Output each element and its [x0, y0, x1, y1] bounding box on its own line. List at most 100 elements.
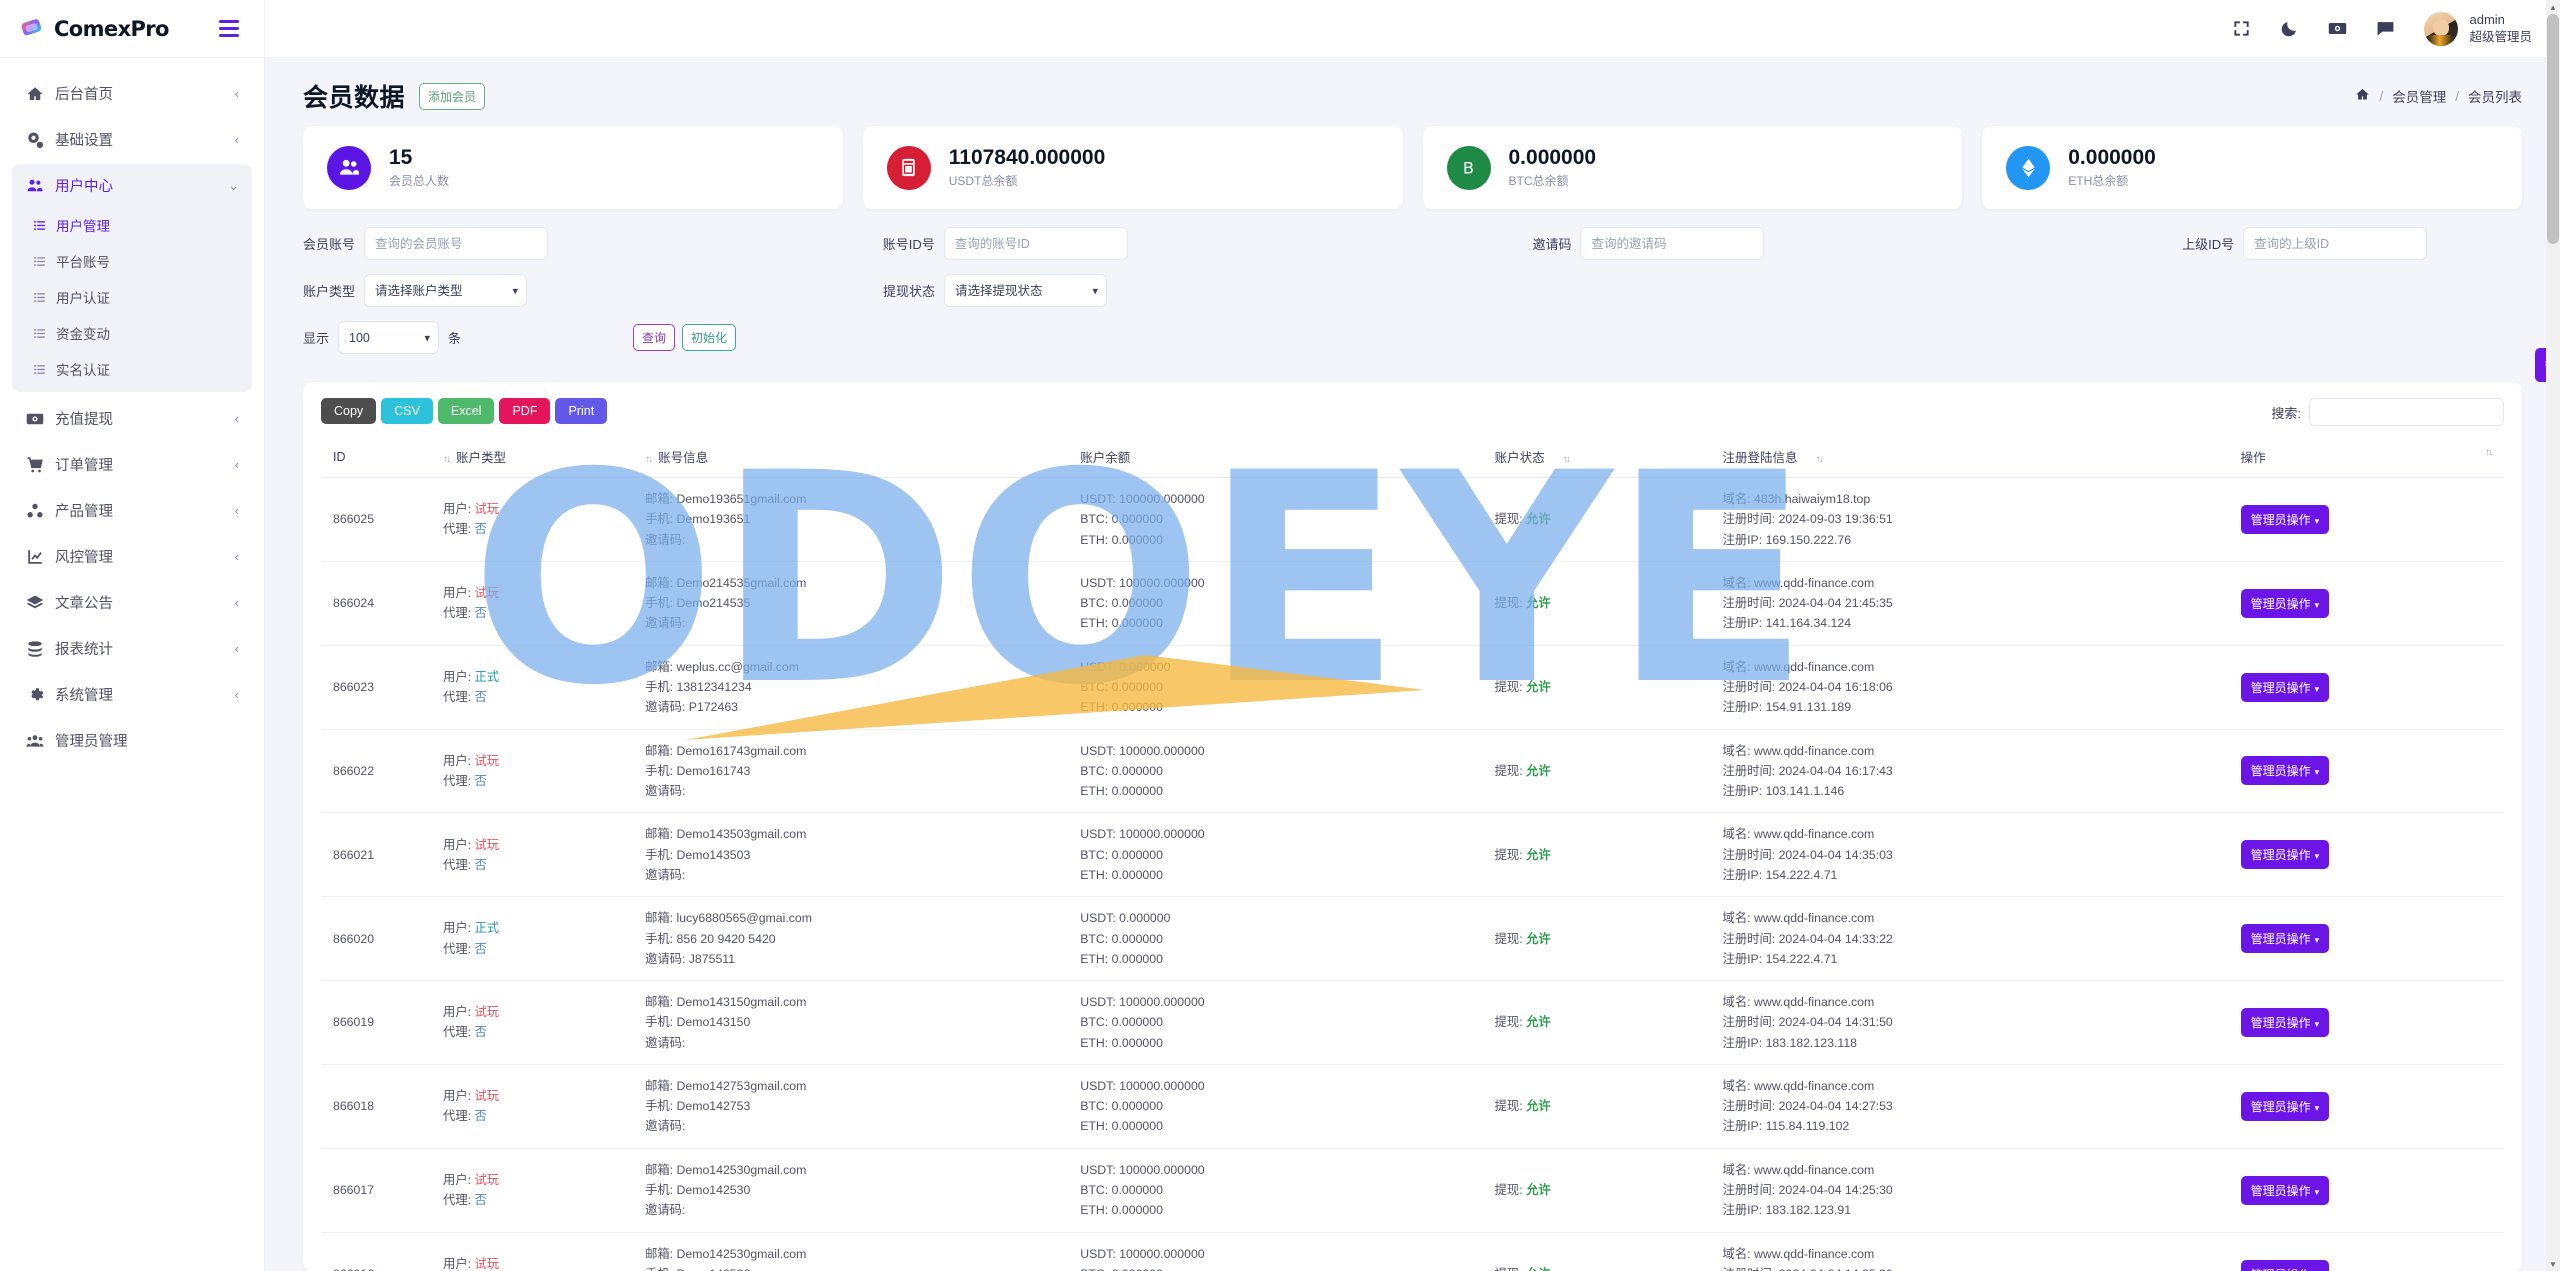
sidebar-subitem-label: 平台账号: [56, 255, 110, 270]
cell-status: 提现: 允许: [1488, 812, 1717, 898]
sidebar-item-fund-changes[interactable]: 资金变动: [12, 315, 252, 351]
account-id-input[interactable]: [943, 227, 1128, 260]
cell-operation: 管理员操作▾: [2234, 896, 2504, 982]
fullscreen-icon[interactable]: [2230, 18, 2252, 40]
admin-action-button[interactable]: 管理员操作▾: [2240, 840, 2330, 870]
page-scrollbar[interactable]: ▲ ▼: [2546, 0, 2560, 1271]
agent-value: 否: [474, 1193, 487, 1208]
account-type-select-wrap: 请选择账户类型: [364, 274, 528, 307]
parent-id-input[interactable]: [2243, 227, 2428, 260]
admin-action-button[interactable]: 管理员操作▾: [2240, 1175, 2330, 1205]
brand-name: ComexPro: [54, 16, 169, 41]
sidebar-brand: ComexPro: [0, 0, 264, 58]
home-icon[interactable]: [2355, 87, 2370, 105]
user-menu[interactable]: admin 超级管理员: [2424, 11, 2532, 46]
cell-balance: USDT: 100000.000000BTC: 0.000000ETH: 0.0…: [1074, 729, 1489, 814]
table-row: 866025 用户: 试玩 代理: 否邮箱: Demo193651gmail.com…: [321, 477, 2504, 562]
sidebar-item-product-management[interactable]: 产品管理 ‹: [12, 489, 252, 532]
csv-button[interactable]: CSV: [381, 398, 433, 424]
sidebar-item-deposit-withdraw[interactable]: 充值提现 ‹: [12, 397, 252, 440]
sidebar-item-platform-account[interactable]: 平台账号: [12, 243, 252, 279]
sidebar-item-label: 后台首页: [55, 87, 113, 103]
account-type-select[interactable]: 请选择账户类型: [364, 274, 528, 307]
sidebar-item-real-name-auth[interactable]: 实名认证: [12, 351, 252, 387]
moon-icon[interactable]: [2278, 18, 2300, 40]
admin-action-button[interactable]: 管理员操作▾: [2240, 756, 2330, 786]
member-account-input[interactable]: [364, 227, 549, 260]
admin-action-button[interactable]: 管理员操作▾: [2240, 672, 2330, 702]
sidebar-item-dashboard[interactable]: 后台首页 ‹: [12, 72, 252, 115]
column-header-operation[interactable]: 操作 ↑↓: [2234, 439, 2504, 478]
caret-down-icon: ▾: [2314, 767, 2320, 778]
print-button[interactable]: Print: [555, 398, 608, 424]
sidebar-item-user-management[interactable]: 用户管理: [12, 207, 252, 243]
sidebar-item-basic-settings[interactable]: 基础设置 ‹: [12, 118, 252, 161]
user-name: admin: [2469, 11, 2505, 27]
eth-icon: [2006, 145, 2051, 190]
cell-account-type: 用户: 正式 代理: 否: [437, 645, 640, 730]
user-type-label: 用户:: [443, 669, 475, 684]
invite-code-input[interactable]: [1580, 227, 1765, 260]
sidebar-toggle-button[interactable]: [216, 17, 242, 40]
agent-label: 代理:: [443, 941, 475, 956]
scrollbar-thumb[interactable]: [2547, 14, 2559, 244]
sidebar-item-user-center[interactable]: 用户中心 ⌄: [12, 164, 252, 207]
column-header-account-type[interactable]: ↑↓ 账户类型: [437, 439, 640, 478]
scroll-down-arrow-icon[interactable]: ▼: [2546, 1257, 2560, 1271]
reset-button[interactable]: 初始化: [682, 324, 737, 351]
sidebar-item-user-verification[interactable]: 用户认证: [12, 279, 252, 315]
chevron-left-icon: ‹: [234, 457, 239, 472]
table-row: 866018 用户: 试玩 代理: 否邮箱: Demo142753gmail.com…: [321, 1064, 2504, 1149]
page-header-left: 会员数据 添加会员: [303, 78, 486, 114]
search-input[interactable]: [2309, 398, 2504, 426]
cash-icon[interactable]: [2326, 18, 2348, 40]
column-header-account-info[interactable]: ↑↓ 账号信息: [639, 439, 1075, 478]
withdraw-state-select[interactable]: 请选择提现状态: [944, 274, 1108, 307]
sidebar-item-articles-announcements[interactable]: 文章公告 ‹: [12, 581, 252, 624]
user-type-label: 用户:: [443, 1172, 475, 1187]
user-type-label: 用户:: [443, 753, 475, 768]
admin-action-button[interactable]: 管理员操作▾: [2240, 1007, 2330, 1037]
breadcrumb-item-member-list[interactable]: 会员列表: [2468, 86, 2522, 106]
sidebar-item-risk-management[interactable]: 风控管理 ‹: [12, 535, 252, 578]
cell-operation: 管理员操作▾: [2234, 1148, 2504, 1233]
query-button[interactable]: 查询: [633, 324, 676, 351]
admin-action-button[interactable]: 管理员操作▾: [2240, 504, 2330, 534]
admin-action-button[interactable]: 管理员操作▾: [2240, 1091, 2330, 1121]
cell-account-type: 用户: 试玩代理: 否: [437, 561, 640, 646]
cell-account-type: 用户: 试玩代理: 否: [437, 1148, 640, 1233]
scroll-up-arrow-icon[interactable]: ▲: [2546, 0, 2560, 14]
cell-operation: 管理员操作▾: [2234, 561, 2504, 646]
admin-action-button[interactable]: 管理员操作▾: [2240, 588, 2330, 618]
sidebar-item-report-statistics[interactable]: 报表统计 ‹: [12, 627, 252, 670]
user-type-value: 试玩: [474, 1256, 500, 1271]
sidebar-item-admin-management[interactable]: 管理员管理: [12, 719, 252, 762]
admin-action-button[interactable]: 管理员操作▾: [2240, 1259, 2330, 1271]
breadcrumb-separator: /: [2455, 88, 2459, 104]
page-size-select[interactable]: 100: [338, 321, 440, 354]
chat-icon[interactable]: [2374, 18, 2396, 40]
list-icon: [32, 290, 46, 304]
caret-down-icon: ▾: [2314, 1186, 2320, 1197]
column-header-balance[interactable]: 账户余额: [1074, 439, 1489, 478]
column-header-status[interactable]: 账户状态 ↑↓: [1488, 439, 1717, 478]
breadcrumb-item-member-management[interactable]: 会员管理: [2392, 86, 2446, 106]
column-header-id[interactable]: ID: [321, 439, 438, 478]
admin-action-button[interactable]: 管理员操作▾: [2240, 924, 2330, 954]
user-type-label: 用户:: [443, 585, 475, 600]
cell-id: 866025: [321, 477, 438, 562]
filter-row-1: 会员账号 账号ID号 邀请码 上级ID号: [303, 227, 2522, 260]
sidebar-item-system-management[interactable]: 系统管理 ‹: [12, 673, 252, 716]
column-header-registration[interactable]: 注册登陆信息 ↑↓: [1716, 439, 2235, 478]
pdf-button[interactable]: PDF: [499, 398, 551, 424]
agent-value: 否: [474, 941, 487, 956]
export-buttons: Copy CSV Excel PDF Print: [321, 398, 608, 424]
user-type-label: 用户:: [443, 1089, 475, 1104]
cell-account-type: 用户: 试玩代理: 否: [437, 729, 640, 814]
excel-button[interactable]: Excel: [437, 398, 495, 424]
copy-button[interactable]: Copy: [321, 398, 377, 424]
sidebar-item-order-management[interactable]: 订单管理 ‹: [12, 443, 252, 486]
add-member-button[interactable]: 添加会员: [419, 82, 486, 110]
withdraw-state-select-wrap: 请选择提现状态: [944, 274, 1108, 307]
cell-account-info: 邮箱: Demo143150gmail.com 手机: Demo143150 邀请码…: [639, 980, 1075, 1065]
